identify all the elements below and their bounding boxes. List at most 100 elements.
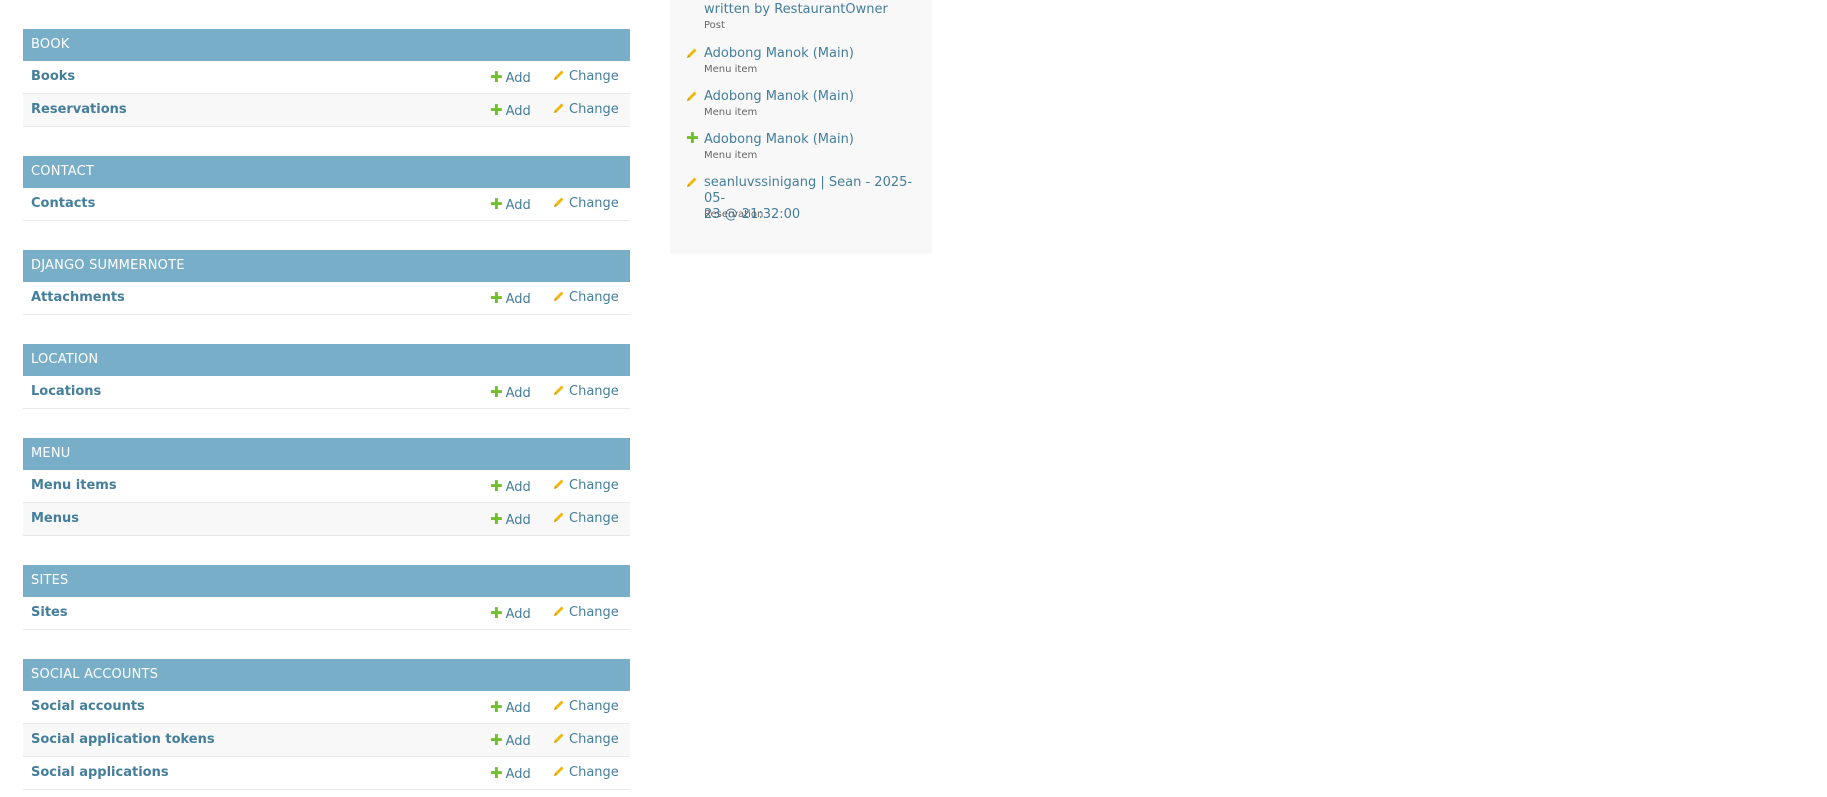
add-label: Add <box>505 607 531 622</box>
add-label: Add <box>505 292 531 307</box>
add-label: Add <box>505 71 531 86</box>
module-caption[interactable]: Menu <box>23 438 630 470</box>
change-link[interactable]: Change <box>553 470 619 502</box>
module-caption[interactable]: Sites <box>23 565 630 597</box>
change-label: Change <box>569 102 619 117</box>
add-link[interactable]: ✚ Add <box>490 282 531 316</box>
pencil-icon <box>554 606 564 616</box>
pencil-icon <box>554 700 564 710</box>
module-caption[interactable]: Social Accounts <box>23 659 630 691</box>
module-location: Location Locations ✚ Add Change <box>23 344 630 409</box>
module-social-accounts: Social Accounts Social accounts ✚ Add Cha… <box>23 659 630 790</box>
plus-icon: ✚ <box>490 731 503 749</box>
pencil-icon <box>554 766 564 776</box>
add-link[interactable]: ✚ Add <box>490 470 531 504</box>
recent-action-link[interactable]: Adobong Manok (Main) <box>704 46 919 62</box>
module-caption[interactable]: Book <box>23 29 630 61</box>
model-row-contacts: Contacts ✚ Add Change <box>23 188 630 221</box>
add-label: Add <box>505 513 531 528</box>
change-label: Change <box>569 290 619 305</box>
plus-icon: ✚ <box>490 289 503 307</box>
add-link[interactable]: ✚ Add <box>490 691 531 725</box>
add-link[interactable]: ✚ Add <box>490 597 531 631</box>
model-link-contacts[interactable]: Contacts <box>31 188 95 220</box>
model-link-locations[interactable]: Locations <box>31 376 101 408</box>
recent-action-type: Menu item <box>704 150 758 161</box>
plus-icon: ✚ <box>490 68 503 86</box>
change-label: Change <box>569 605 619 620</box>
change-link[interactable]: Change <box>553 691 619 723</box>
change-link[interactable]: Change <box>553 597 619 629</box>
plus-icon: ✚ <box>490 764 503 782</box>
change-label: Change <box>569 478 619 493</box>
module-contact: Contact Contacts ✚ Add Change <box>23 156 630 221</box>
model-link-reservations[interactable]: Reservations <box>31 94 127 126</box>
change-link[interactable]: Change <box>553 61 619 93</box>
pencil-icon <box>687 91 697 101</box>
recent-action-link[interactable]: written by RestaurantOwner <box>704 2 919 18</box>
recent-action-link[interactable]: Adobong Manok (Main) <box>704 132 919 148</box>
plus-icon: ✚ <box>490 195 503 213</box>
change-link[interactable]: Change <box>553 503 619 535</box>
add-link[interactable]: ✚ Add <box>490 757 531 791</box>
model-row-menu-items: Menu items ✚ Add Change <box>23 470 630 503</box>
model-link-menus[interactable]: Menus <box>31 503 79 535</box>
recent-action-type: Menu item <box>704 107 758 118</box>
add-link[interactable]: ✚ Add <box>490 188 531 222</box>
module-menu: Menu Menu items ✚ Add Change Menus ✚ Add C… <box>23 438 630 536</box>
model-link-books[interactable]: Books <box>31 61 75 93</box>
pencil-icon <box>554 733 564 743</box>
change-label: Change <box>569 511 619 526</box>
add-link[interactable]: ✚ Add <box>490 61 531 95</box>
recent-action-type: Reservation <box>704 209 764 220</box>
model-link-social-accounts[interactable]: Social accounts <box>31 691 145 723</box>
change-label: Change <box>569 196 619 211</box>
recent-action-link[interactable]: Adobong Manok (Main) <box>704 89 919 105</box>
change-label: Change <box>569 699 619 714</box>
add-link[interactable]: ✚ Add <box>490 503 531 537</box>
model-row-attachments: Attachments ✚ Add Change <box>23 282 630 315</box>
add-label: Add <box>505 480 531 495</box>
add-label: Add <box>505 734 531 749</box>
plus-icon: ✚ <box>490 698 503 716</box>
change-link[interactable]: Change <box>553 282 619 314</box>
change-link[interactable]: Change <box>553 188 619 220</box>
change-label: Change <box>569 732 619 747</box>
add-label: Add <box>505 386 531 401</box>
add-label: Add <box>505 767 531 782</box>
recent-action-type: Menu item <box>704 64 758 75</box>
model-link-sites[interactable]: Sites <box>31 597 68 629</box>
model-link-social-application-tokens[interactable]: Social application tokens <box>31 724 215 756</box>
add-link[interactable]: ✚ Add <box>490 376 531 410</box>
add-label: Add <box>505 198 531 213</box>
change-link[interactable]: Change <box>553 376 619 408</box>
model-link-menu-items[interactable]: Menu items <box>31 470 117 502</box>
change-link[interactable]: Change <box>553 94 619 126</box>
add-label: Add <box>505 701 531 716</box>
model-row-menus: Menus ✚ Add Change <box>23 503 630 536</box>
add-link[interactable]: ✚ Add <box>490 94 531 128</box>
change-label: Change <box>569 765 619 780</box>
module-django-summernote: Django Summernote Attachments ✚ Add Chang… <box>23 250 630 315</box>
pencil-icon <box>554 385 564 395</box>
module-book: Book Books ✚ Add Change Reservations ✚ Add… <box>23 29 630 127</box>
plus-icon: ✚ <box>490 101 503 119</box>
pencil-icon <box>554 291 564 301</box>
app-list: Book Books ✚ Add Change Reservations ✚ Add… <box>23 0 630 790</box>
add-link[interactable]: ✚ Add <box>490 724 531 758</box>
change-label: Change <box>569 69 619 84</box>
model-row-social-applications: Social applications ✚ Add Change <box>23 757 630 790</box>
change-label: Change <box>569 384 619 399</box>
model-link-social-applications[interactable]: Social applications <box>31 757 169 789</box>
module-caption[interactable]: Contact <box>23 156 630 188</box>
pencil-icon <box>554 103 564 113</box>
change-link[interactable]: Change <box>553 724 619 756</box>
module-caption[interactable]: Location <box>23 344 630 376</box>
module-sites: Sites Sites ✚ Add Change <box>23 565 630 630</box>
model-link-attachments[interactable]: Attachments <box>31 282 125 314</box>
plus-icon: ✚ <box>686 129 699 147</box>
change-link[interactable]: Change <box>553 757 619 789</box>
module-caption[interactable]: Django Summernote <box>23 250 630 282</box>
model-row-locations: Locations ✚ Add Change <box>23 376 630 409</box>
pencil-icon <box>554 70 564 80</box>
